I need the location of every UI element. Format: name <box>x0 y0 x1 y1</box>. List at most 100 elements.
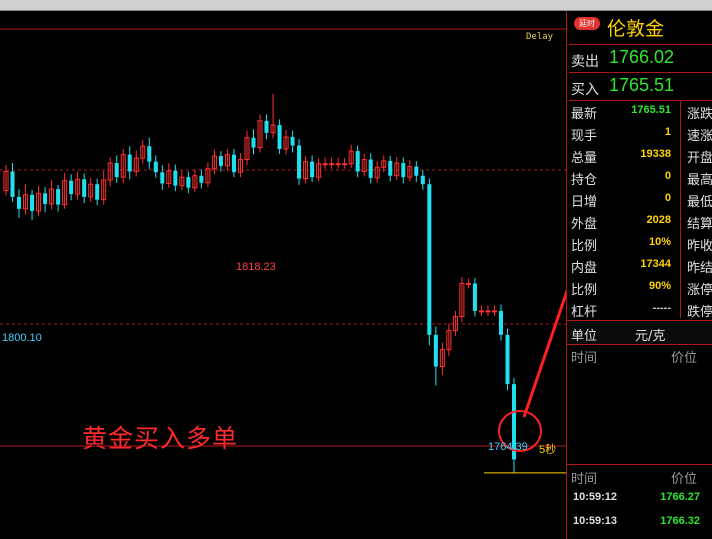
candle-body <box>30 194 35 211</box>
candle-body <box>43 193 48 204</box>
stat-label: 内盘 <box>571 261 598 276</box>
stat-row: 总量 19338 开盘 <box>567 144 712 166</box>
candle-body <box>498 310 503 335</box>
candle-body <box>427 184 432 335</box>
stat-label: 最新 <box>571 107 598 122</box>
candle-body <box>472 283 477 311</box>
stat-right-label: 昨收 <box>687 239 712 254</box>
candle-body <box>368 159 373 178</box>
delay-indicator: Delay <box>526 32 554 42</box>
stat-value: 0 <box>664 192 671 204</box>
stat-row: 日增 0 最低 <box>567 188 712 210</box>
stat-value: 1765.51 <box>631 104 671 116</box>
candle-body <box>277 125 282 149</box>
stat-label: 杠杆 <box>571 305 598 320</box>
candle-body <box>218 156 223 166</box>
instrument-header: 延时 伦敦金 <box>569 11 712 45</box>
candle-body <box>186 177 191 188</box>
candle-body <box>335 163 341 166</box>
stat-value: ----- <box>652 302 671 314</box>
candle-body <box>433 334 438 367</box>
window-top-strip <box>0 0 712 11</box>
stat-label: 比例 <box>571 283 598 298</box>
stat-right-label: 跌停 <box>687 305 712 320</box>
stat-right-label: 速涨 <box>687 129 712 144</box>
sell-label: 卖出 <box>571 54 599 70</box>
stat-value: 2028 <box>646 214 671 226</box>
candle-body <box>17 196 22 209</box>
candle-body <box>127 154 132 172</box>
candle-body <box>95 184 100 200</box>
buy-quote-row[interactable]: 买入 1765.51 <box>569 73 712 101</box>
stat-right-label: 昨结 <box>687 261 712 276</box>
buy-price: 1765.51 <box>609 75 675 95</box>
current-price-label: 1764.39 <box>488 441 528 453</box>
candle-body <box>329 163 335 166</box>
delay-badge: 延时 <box>574 17 600 30</box>
stat-right-label: 最高 <box>687 173 712 188</box>
unit-label: 单位 <box>571 329 598 344</box>
stats-divider <box>680 100 681 318</box>
candle-body <box>69 180 74 195</box>
stat-label: 持仓 <box>571 173 598 188</box>
candle-body <box>264 120 269 133</box>
candle-body <box>355 151 360 172</box>
ticks-price-header: 价位 <box>671 351 698 366</box>
candle-body <box>310 161 315 178</box>
candle-body <box>322 163 328 166</box>
tick-list-price-header: 价位 <box>671 472 698 487</box>
high-price-label: 1818.23 <box>236 261 276 273</box>
candle-body <box>290 137 295 146</box>
candle-body <box>401 163 406 178</box>
candle-body <box>160 172 165 184</box>
sell-quote-row[interactable]: 卖出 1766.02 <box>569 45 712 73</box>
stat-row: 持仓 0 最高 <box>567 166 712 188</box>
stat-label: 现手 <box>571 129 598 144</box>
candle-body <box>231 154 236 173</box>
candle-body <box>478 310 484 313</box>
stat-row: 比例 90% 涨停 <box>567 276 712 298</box>
candle-body <box>297 145 302 179</box>
stat-value: 19338 <box>640 148 671 160</box>
candle-body <box>173 170 178 186</box>
candle-body <box>485 310 491 313</box>
ticks-time-header: 时间 <box>571 351 598 366</box>
stat-value: 1 <box>664 126 671 138</box>
buy-annotation-text: 黄金买入多单 <box>82 424 239 453</box>
stat-row: 现手 1 速涨 <box>567 122 712 144</box>
tick-list-time-header: 时间 <box>571 472 598 487</box>
stat-row: 杠杆 ----- 跌停 <box>567 298 712 320</box>
candlestick-chart[interactable]: Delay 1818.23 1800.10 1764.39 5秒 黄金买入多单 <box>0 11 566 539</box>
stat-label: 日增 <box>571 195 598 210</box>
stat-label: 比例 <box>571 239 598 254</box>
annotation-arrow-shaft <box>522 289 566 418</box>
chart-canvas <box>0 28 566 474</box>
timeframe-label: 5秒 <box>539 444 557 456</box>
quote-stats-table: 最新 1765.51 涨跌 现手 1 速涨 总量 19338 开盘 持仓 0 最高 日增 0 最低 外盘 202… <box>567 100 712 320</box>
tick-time: 10:59:12 <box>573 491 618 503</box>
stat-row: 外盘 2028 结算 <box>567 210 712 232</box>
stat-label: 总量 <box>571 151 598 166</box>
candle-body <box>82 179 87 197</box>
stat-right-label: 结算 <box>687 217 712 232</box>
unit-row: 单位 元/克 <box>567 320 712 345</box>
candle-body <box>420 175 425 185</box>
stat-row: 比例 10% 昨收 <box>567 232 712 254</box>
candle-body <box>491 310 497 313</box>
candle-body <box>388 160 393 176</box>
tick-price: 1766.32 <box>660 515 700 527</box>
candle-body <box>153 161 158 173</box>
candle-body <box>505 334 510 385</box>
candle-body <box>465 282 471 285</box>
stat-row: 最新 1765.51 涨跌 <box>567 100 712 122</box>
stat-row: 内盘 17344 昨结 <box>567 254 712 276</box>
tick-time: 10:59:13 <box>573 515 618 527</box>
candle-body <box>147 146 152 162</box>
candle-body <box>251 137 256 148</box>
buy-label: 买入 <box>571 82 599 98</box>
stat-right-label: 最低 <box>687 195 712 210</box>
stat-value: 10% <box>648 236 671 248</box>
candle-body <box>414 166 419 176</box>
stat-value: 17344 <box>640 258 671 270</box>
instrument-title: 伦敦金 <box>607 18 665 40</box>
